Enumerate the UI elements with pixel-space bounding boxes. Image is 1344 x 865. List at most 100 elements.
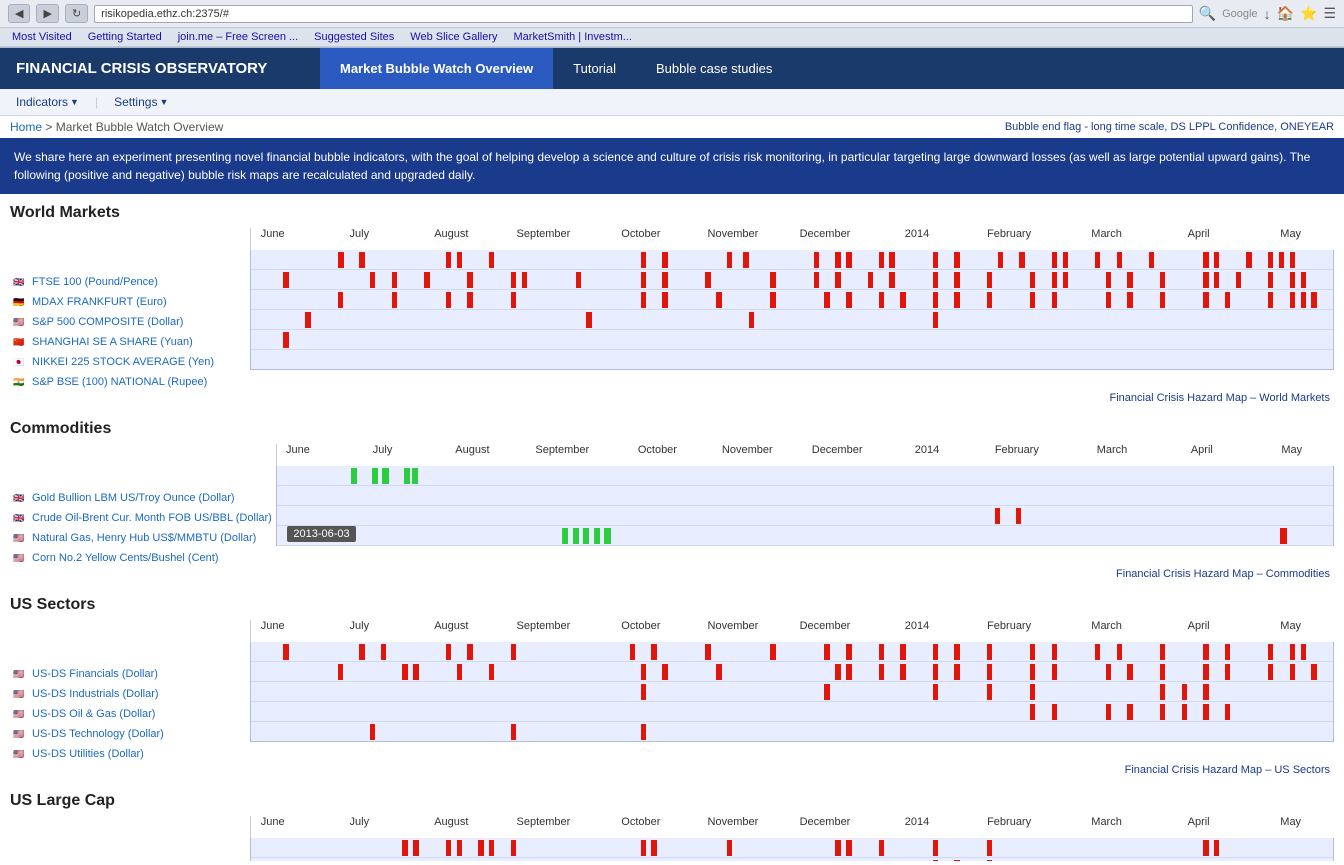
- row-label-oil-gas[interactable]: 🇺🇸US-DS Oil & Gas (Dollar): [10, 704, 250, 724]
- tooltip-date: 2013-06-03: [287, 526, 355, 542]
- bookmark-getting-started[interactable]: Getting Started: [82, 30, 168, 44]
- row-label-mdax[interactable]: 🇩🇪MDAX FRANKFURT (Euro): [10, 292, 250, 312]
- bookmark-web-slice[interactable]: Web Slice Gallery: [404, 30, 503, 44]
- timeline-header-wm: June July August September October Novem…: [250, 228, 1334, 250]
- indicators-arrow: ▼: [70, 97, 79, 107]
- breadcrumb: Home > Market Bubble Watch Overview: [10, 120, 223, 134]
- us-large-cap-title: US Large Cap: [10, 792, 1334, 810]
- heatmap-row-nikkei: [251, 330, 1333, 350]
- world-markets-grid: June July August September October Novem…: [250, 228, 1334, 392]
- indicators-menu[interactable]: Indicators ▼: [10, 93, 85, 111]
- menu-icon: ☰: [1323, 5, 1336, 22]
- browser-chrome: ◀ ▶ ↻ 🔍 Google ↓ 🏠 ⭐ ☰ Most Visited Gett…: [0, 0, 1344, 48]
- heatmap-row-ind: [251, 662, 1333, 682]
- commodities-title: Commodities: [10, 420, 1334, 438]
- row-label-gas[interactable]: 🇺🇸Natural Gas, Henry Hub US$/MMBTU (Doll…: [10, 528, 276, 548]
- heatmap-row-corn: [277, 526, 1333, 546]
- commodities-chart: 🇬🇧Gold Bullion LBM US/Troy Ounce (Dollar…: [10, 444, 1334, 580]
- us-sectors-chart-label: Financial Crisis Hazard Map – US Sectors: [10, 764, 1334, 776]
- heatmap-row-boa: [251, 838, 1333, 858]
- top-link[interactable]: Bubble end flag - long time scale, DS LP…: [1005, 121, 1334, 133]
- row-label-oil[interactable]: 🇬🇧Crude Oil-Brent Cur. Month FOB US/BBL …: [10, 508, 276, 528]
- world-markets-heatmap: [250, 250, 1334, 370]
- row-label-spbse[interactable]: 🇮🇳S&P BSE (100) NATIONAL (Rupee): [10, 372, 250, 392]
- us-sectors-chart: 🇺🇸US-DS Financials (Dollar) 🇺🇸US-DS Indu…: [10, 620, 1334, 776]
- heatmap-row-ftse: [251, 250, 1333, 270]
- breadcrumb-current: Market Bubble Watch Overview: [56, 120, 224, 134]
- row-label-sp500[interactable]: 🇺🇸S&P 500 COMPOSITE (Dollar): [10, 312, 250, 332]
- heatmap-row-oilgas: [251, 682, 1333, 702]
- bookmarks-bar: Most Visited Getting Started join.me – F…: [0, 28, 1344, 47]
- search-field: Google: [1222, 8, 1257, 20]
- world-markets-section: World Markets 🇬🇧FTSE 100 (Pound/Pence) 🇩…: [0, 194, 1344, 404]
- us-large-cap-section: US Large Cap 🇺🇸BANK OF AMERICA (Dollar) …: [0, 782, 1344, 861]
- address-bar: ◀ ▶ ↻ 🔍 Google ↓ 🏠 ⭐ ☰: [0, 0, 1344, 28]
- page-content: Home > Market Bubble Watch Overview Bubb…: [0, 116, 1344, 861]
- row-label-technology[interactable]: 🇺🇸US-DS Technology (Dollar): [10, 724, 250, 744]
- heatmap-row-ge: [251, 858, 1333, 861]
- heatmap-row-gas: [277, 506, 1333, 526]
- reload-button[interactable]: ↻: [65, 4, 88, 23]
- heatmap-row-oil: [277, 486, 1333, 506]
- bookmark-joinme[interactable]: join.me – Free Screen ...: [172, 30, 304, 44]
- bookmark-marketsmith[interactable]: MarketSmith | Investm...: [508, 30, 638, 44]
- heatmap-row-fin: [251, 642, 1333, 662]
- back-button[interactable]: ◀: [8, 4, 30, 23]
- heatmap-row-shanghai: [251, 310, 1333, 330]
- timeline-header-comm: June July August September October Novem…: [276, 444, 1334, 466]
- app-header: FINANCIAL CRISIS OBSERVATORY Market Bubb…: [0, 48, 1344, 89]
- us-sectors-grid: June July August September October Novem…: [250, 620, 1334, 764]
- row-label-financials[interactable]: 🇺🇸US-DS Financials (Dollar): [10, 664, 250, 684]
- row-label-industrials[interactable]: 🇺🇸US-DS Industrials (Dollar): [10, 684, 250, 704]
- breadcrumb-bar: Home > Market Bubble Watch Overview Bubb…: [0, 116, 1344, 138]
- heatmap-row-gold: [277, 466, 1333, 486]
- site-title: FINANCIAL CRISIS OBSERVATORY: [0, 48, 320, 89]
- indicators-label: Indicators: [16, 95, 68, 109]
- us-large-cap-labels: 🇺🇸BANK OF AMERICA (Dollar) 🇺🇸GENERAL ELE…: [10, 816, 250, 861]
- main-nav: Market Bubble Watch Overview Tutorial Bu…: [320, 48, 792, 89]
- us-large-cap-heatmap: [250, 838, 1334, 861]
- settings-menu[interactable]: Settings ▼: [108, 93, 174, 111]
- nav-market-bubble[interactable]: Market Bubble Watch Overview: [320, 48, 553, 89]
- refresh-icon: ↓: [1264, 6, 1271, 22]
- world-markets-title: World Markets: [10, 204, 1334, 222]
- us-sectors-title: US Sectors: [10, 596, 1334, 614]
- search-icon: 🔍: [1199, 5, 1216, 22]
- heatmap-row-tech: [251, 702, 1333, 722]
- timeline-header-us: June July August September October Novem…: [250, 620, 1334, 642]
- us-sectors-section: US Sectors 🇺🇸US-DS Financials (Dollar) 🇺…: [0, 586, 1344, 776]
- us-sectors-heatmap: [250, 642, 1334, 742]
- info-banner: We share here an experiment presenting n…: [0, 138, 1344, 194]
- bookmark-most-visited[interactable]: Most Visited: [6, 30, 78, 44]
- commodities-chart-label: Financial Crisis Hazard Map – Commoditie…: [10, 568, 1334, 580]
- world-markets-chart-label: Financial Crisis Hazard Map – World Mark…: [10, 392, 1334, 404]
- world-markets-labels: 🇬🇧FTSE 100 (Pound/Pence) 🇩🇪MDAX FRANKFUR…: [10, 228, 250, 392]
- commodities-grid: June July August September October Novem…: [276, 444, 1334, 568]
- heatmap-row-util: [251, 722, 1333, 742]
- sub-nav: Indicators ▼ | Settings ▼: [0, 89, 1344, 116]
- url-field[interactable]: [94, 5, 1192, 23]
- settings-label: Settings: [114, 95, 157, 109]
- home-icon: 🏠: [1277, 5, 1294, 22]
- row-label-ftse[interactable]: 🇬🇧FTSE 100 (Pound/Pence): [10, 272, 250, 292]
- row-label-boa[interactable]: 🇺🇸BANK OF AMERICA (Dollar): [10, 860, 250, 861]
- row-label-nikkei[interactable]: 🇯🇵NIKKEI 225 STOCK AVERAGE (Yen): [10, 352, 250, 372]
- row-label-utilities[interactable]: 🇺🇸US-DS Utilities (Dollar): [10, 744, 250, 764]
- commodities-section: Commodities 🇬🇧Gold Bullion LBM US/Troy O…: [0, 410, 1344, 580]
- us-sectors-labels: 🇺🇸US-DS Financials (Dollar) 🇺🇸US-DS Indu…: [10, 620, 250, 764]
- commodities-labels: 🇬🇧Gold Bullion LBM US/Troy Ounce (Dollar…: [10, 444, 276, 568]
- heatmap-row-sp500: [251, 290, 1333, 310]
- nav-tutorial[interactable]: Tutorial: [553, 48, 636, 89]
- settings-arrow: ▼: [159, 97, 168, 107]
- us-large-cap-chart: 🇺🇸BANK OF AMERICA (Dollar) 🇺🇸GENERAL ELE…: [10, 816, 1334, 861]
- row-label-corn[interactable]: 🇺🇸Corn No.2 Yellow Cents/Bushel (Cent): [10, 548, 276, 568]
- us-large-cap-grid: June July August September October Novem…: [250, 816, 1334, 861]
- world-markets-chart: 🇬🇧FTSE 100 (Pound/Pence) 🇩🇪MDAX FRANKFUR…: [10, 228, 1334, 404]
- row-label-gold[interactable]: 🇬🇧Gold Bullion LBM US/Troy Ounce (Dollar…: [10, 488, 276, 508]
- nav-bubble-cases[interactable]: Bubble case studies: [636, 48, 792, 89]
- bookmark-suggested[interactable]: Suggested Sites: [308, 30, 400, 44]
- forward-button[interactable]: ▶: [36, 4, 58, 23]
- row-label-shanghai[interactable]: 🇨🇳SHANGHAI SE A SHARE (Yuan): [10, 332, 250, 352]
- star-icon: ⭐: [1300, 5, 1317, 22]
- breadcrumb-home[interactable]: Home: [10, 120, 42, 134]
